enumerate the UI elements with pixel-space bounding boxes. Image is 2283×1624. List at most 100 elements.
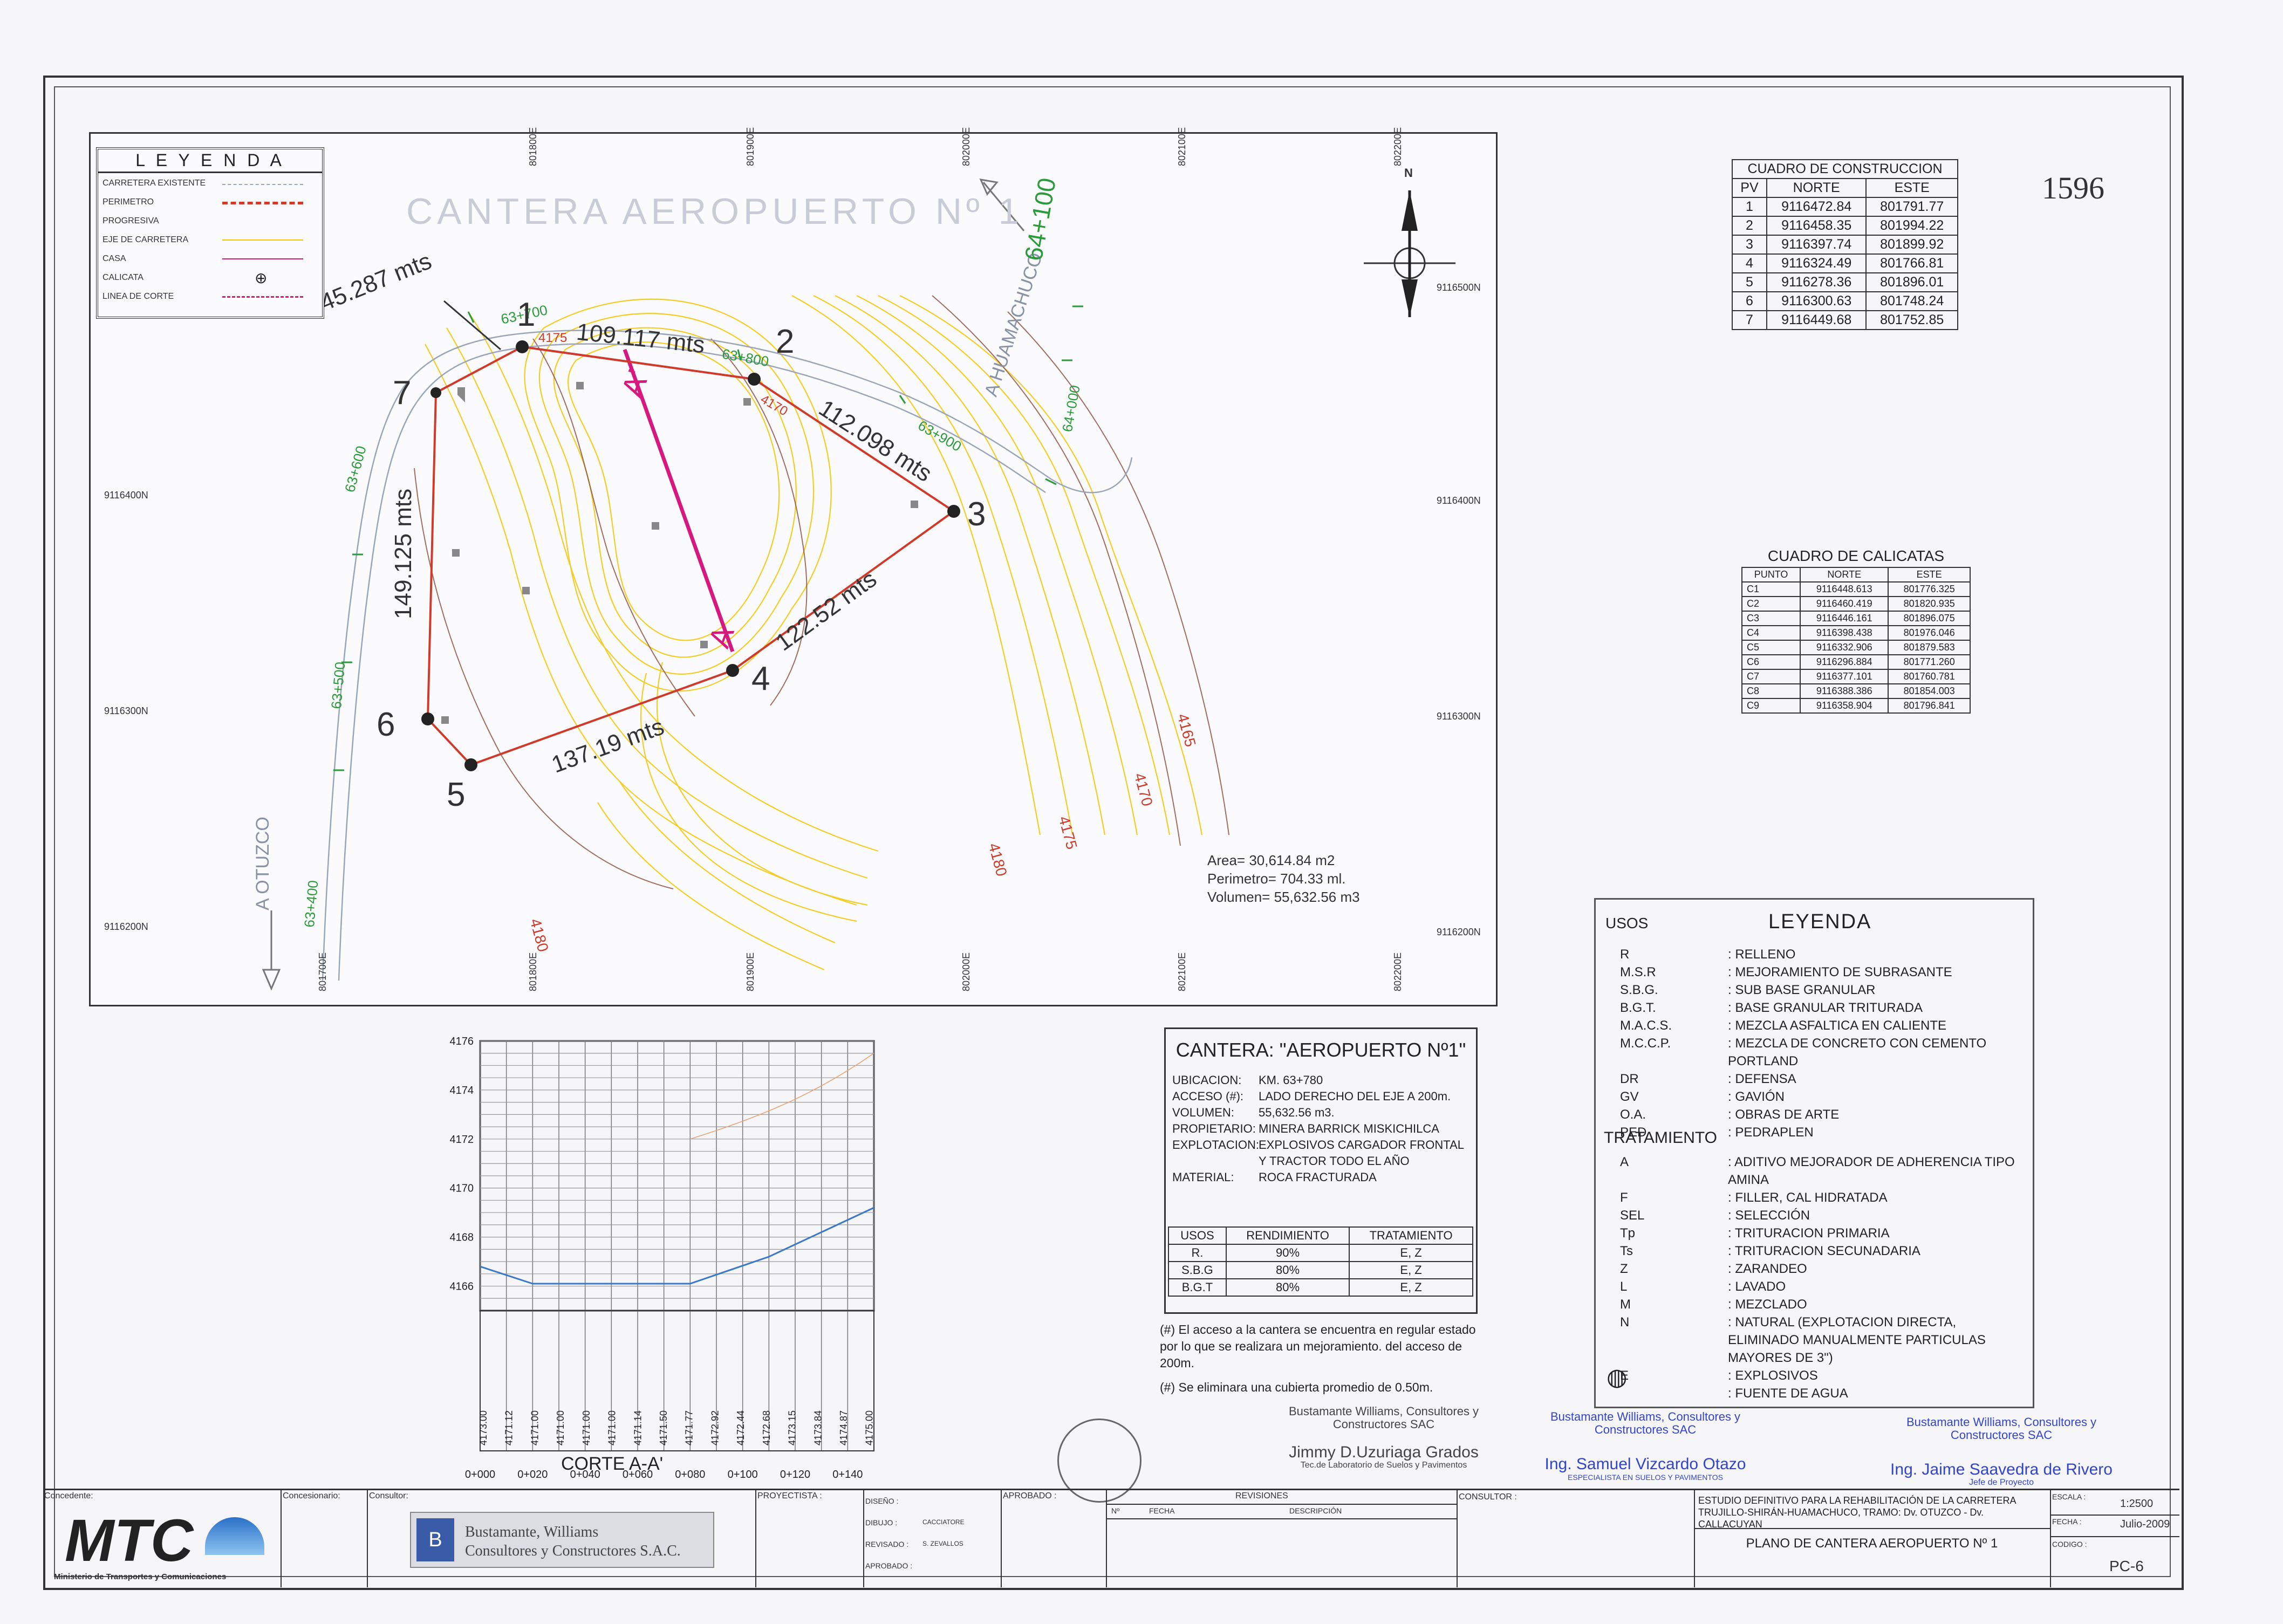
legend-item: M.C.C.P.: MEZCLA DE CONCRETO CON CEMENTO… <box>1620 1036 1987 1068</box>
y-tick-label: 4172 <box>450 1134 474 1146</box>
north-tick: 9116400N <box>1437 495 1481 506</box>
table-row: 3 9116397.74 801899.92 <box>1732 235 1958 255</box>
mtc-logo: MTC <box>65 1507 194 1574</box>
mtc-logo-icon <box>205 1517 264 1555</box>
vertex-label: 5 <box>447 776 466 813</box>
consultor-cell: Consultor: B Bustamante, Williams Consul… <box>367 1490 756 1587</box>
quarry-field: EXPLOTACION: EXPLOSIVOS CARGADOR FRONTAL … <box>1172 1138 1464 1168</box>
table-row: C1 9116448.613 801776.325 <box>1741 581 1971 597</box>
quarry-field: VOLUMEN: 55,632.56 m3. <box>1172 1106 1335 1119</box>
table-row: C8 9116388.386 801854.003 <box>1741 683 1971 699</box>
y-tick-label: 4174 <box>450 1085 474 1097</box>
quarry-title: CANTERA: "AEROPUERTO Nº1" <box>1175 1039 1466 1061</box>
vertex-label: 3 <box>967 496 986 533</box>
legend-item: Ts: TRITURACION SECUNADARIA <box>1620 1244 1920 1258</box>
table-row: 7 9116449.68 801752.85 <box>1732 310 1958 330</box>
site-plan-map: CANTERA AEROPUERTO Nº 1 801800E 801900E … <box>89 127 1498 1006</box>
index-contours <box>414 295 1229 889</box>
legend-item: DR: DEFENSA <box>1620 1072 1796 1086</box>
existing-road <box>322 330 1133 981</box>
concedente-cell: Concedente: MTC Ministerio de Transporte… <box>43 1490 282 1587</box>
perimeter-vertices <box>421 340 960 771</box>
quarry-notes: (#) El acceso a la cantera se encuentra … <box>1160 1323 1476 1394</box>
x-tick-label: 0+020 <box>517 1469 548 1481</box>
bw-logo-icon: B <box>416 1518 454 1561</box>
table-row: 4 9116324.49 801766.81 <box>1732 253 1958 273</box>
calicatas-table-title: CUADRO DE CALICATAS <box>1767 547 1945 564</box>
map-summary: Area= 30,614.84 m2 Perimetro= 704.33 ml.… <box>1207 852 1360 905</box>
legend-item: F: FILLER, CAL HIDRATADA <box>1620 1190 1888 1205</box>
calicatas-table: CUADRO DE CALICATAS PUNTO NORTE ESTE C1 9… <box>1741 547 1971 714</box>
terrain-line <box>690 1053 874 1140</box>
usos-label: USOS <box>1605 915 1649 931</box>
profile-chart: 4176 4174 4172 4170 4168 4166 4173.00 4171.12 41… <box>432 1030 917 1505</box>
vertex-label: 1 <box>517 296 536 333</box>
aprobado-cell: APROBADO : <box>1001 1490 1107 1587</box>
road-label-otuzco: A OTUZCO <box>252 817 273 910</box>
page-number: 1596 <box>2042 170 2104 205</box>
quarry-fields: UBICACION: KM. 63+780 ACCESO (#): LADO DERE… <box>1172 1072 1469 1186</box>
east-tick: 801900E <box>745 952 756 991</box>
east-tick: 802100E <box>1177 127 1187 166</box>
revisions-cell: REVISIONES Nº FECHA DESCRIPCIÓN <box>1106 1490 1458 1587</box>
north-tick: 9116500N <box>1437 282 1481 293</box>
elevation-label: 4171.00 <box>607 1410 618 1445</box>
x-tick-label: 0+000 <box>465 1469 495 1481</box>
map-watermark-title: CANTERA AEROPUERTO Nº 1 <box>406 191 1023 232</box>
legend-item: S.B.G.: SUB BASE GRANULAR <box>1620 983 1876 997</box>
signature-2: Bustamante Williams, Consultores y Const… <box>1544 1410 1746 1482</box>
elevation-label: 4172.92 <box>709 1410 720 1445</box>
legend-item: R: RELLENO <box>1620 947 1796 962</box>
quarry-field: PROPIETARIO: MINERA BARRICK MISKICHILCA <box>1172 1122 1439 1135</box>
elevation-label: 4171.77 <box>684 1410 695 1445</box>
legend-item: M.S.R: MEJORAMIENTO DE SUBRASANTE <box>1620 965 1952 979</box>
legend-item: L: LAVADO <box>1620 1279 1786 1294</box>
east-tick: 802200E <box>1392 127 1403 166</box>
signature-1: Bustamante Williams, Consultores y Const… <box>1288 1404 1479 1470</box>
quarry-info-box: CANTERA: "AEROPUERTO Nº1" UBICACION: KM. … <box>1164 1027 1478 1314</box>
elevation-label: 4175.00 <box>864 1410 875 1445</box>
east-tick: 802000E <box>961 127 972 166</box>
north-label: N <box>1404 166 1413 180</box>
legend-item: SEL: SELECCIÓN <box>1620 1208 1810 1223</box>
construction-table-title: CUADRO DE CONSTRUCCION <box>1732 159 1958 179</box>
uses-legend: USOS LEYENDA R: RELLENO M.S.R: MEJORAMIEN… <box>1594 898 2034 1408</box>
map-legend: L E Y E N D A CARRETERA EXISTENTE PERIME… <box>96 147 324 319</box>
east-tick: 801900E <box>745 127 756 166</box>
y-tick-label: 4170 <box>450 1183 474 1195</box>
table-row: C9 9116358.904 801796.841 <box>1741 698 1971 714</box>
signature-3: Bustamante Williams, Consultores y Const… <box>1890 1415 2113 1488</box>
elevation-label: 4172.44 <box>735 1410 746 1445</box>
east-tick: 802100E <box>1177 952 1187 991</box>
map-legend-title: L E Y E N D A <box>98 149 322 173</box>
water-source-icon: ◍ <box>1607 1364 1628 1390</box>
usos-list: R: RELLENO M.S.R: MEJORAMIENTO DE SUBRASA… <box>1620 945 2030 1141</box>
north-tick: 9116400N <box>104 490 148 501</box>
consultor-sign-cell: CONSULTOR : <box>1457 1490 1695 1587</box>
company-logo: B Bustamante, Williams Consultores y Con… <box>410 1512 714 1568</box>
x-tick-label: 0+140 <box>832 1469 863 1481</box>
table-row: 1 9116472.84 801791.77 <box>1732 197 1958 217</box>
table-row: 5 9116278.36 801896.01 <box>1732 272 1958 292</box>
legend-item: E: EXPLOSIVOS <box>1620 1368 1818 1383</box>
quarry-field: ACCESO (#): LADO DERECHO DEL EJE A 200m. <box>1172 1089 1451 1103</box>
elevation-label: 4173.84 <box>812 1410 823 1445</box>
table-row: C5 9116332.906 801879.583 <box>1741 640 1971 655</box>
legend-item: Tp: TRITURACION PRIMARIA <box>1620 1226 1890 1241</box>
legend-item: M.A.C.S.: MEZCLA ASFALTICA EN CALIENTE <box>1620 1018 1947 1033</box>
elevation-label: 4173.15 <box>787 1410 798 1445</box>
legend-item: A: ADITIVO MEJORADOR DE ADHERENCIA TIPO … <box>1620 1155 2015 1187</box>
north-tick: 9116300N <box>104 705 148 716</box>
table-row: C7 9116377.101 801760.781 <box>1741 669 1971 684</box>
north-tick: 9116200N <box>1437 927 1481 937</box>
legend-item: B.G.T.: BASE GRANULAR TRITURADA <box>1620 1001 1923 1015</box>
construction-table: CUADRO DE CONSTRUCCION PV NORTE ESTE 1 91… <box>1732 159 1958 330</box>
x-tick-label: 0+100 <box>728 1469 758 1481</box>
vertex-label: 7 <box>393 374 412 412</box>
quarry-field: UBICACION: KM. 63+780 <box>1172 1073 1323 1087</box>
y-tick-label: 4166 <box>450 1281 474 1293</box>
project-cell: ESTUDIO DEFINITIVO PARA LA REHABILITACIÓ… <box>1694 1490 2051 1587</box>
y-tick-label: 4176 <box>450 1036 474 1047</box>
table-row: 6 9116300.63 801748.24 <box>1732 291 1958 311</box>
vertex-label: 6 <box>377 706 395 743</box>
